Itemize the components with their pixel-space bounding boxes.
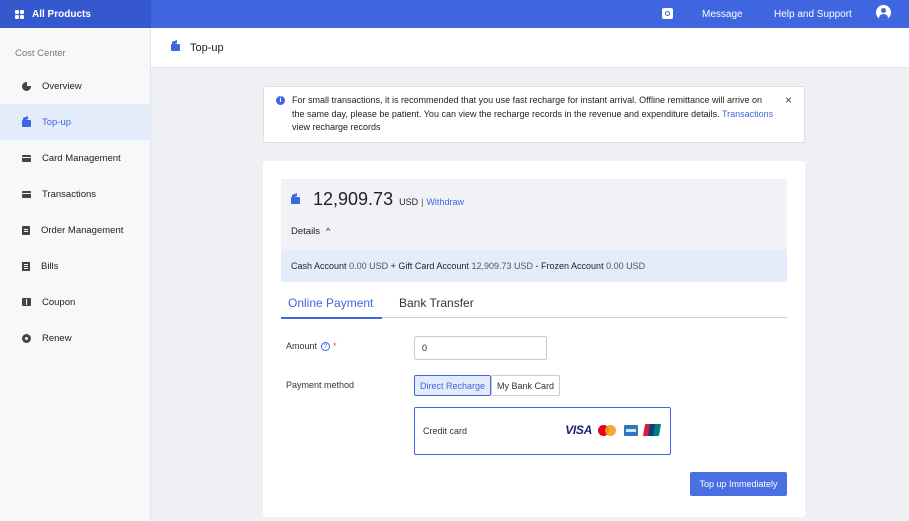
all-products-menu[interactable]: All Products xyxy=(0,0,151,28)
tab-online-payment[interactable]: Online Payment xyxy=(280,296,383,319)
balance-amount: 12,909.73 xyxy=(313,189,394,209)
card-icon xyxy=(22,190,31,198)
sidebar-item-top-up[interactable]: Top-up xyxy=(0,104,150,140)
payment-tabs: Online Payment Bank Transfer xyxy=(280,292,787,319)
bill-icon xyxy=(22,261,30,271)
sidebar-item-label: Order Management xyxy=(41,224,124,236)
amex-icon xyxy=(624,424,638,436)
visa-icon: VISA xyxy=(565,423,592,437)
frozen-account-value: 0.00 USD xyxy=(606,260,646,271)
balance-currency: USD xyxy=(399,196,419,207)
sidebar-item-label: Renew xyxy=(42,332,72,344)
amount-label: Amount xyxy=(286,341,318,351)
sidebar: Cost Center Overview Top-up Card Managem… xyxy=(0,28,151,521)
sidebar-item-card-management[interactable]: Card Management xyxy=(0,140,150,176)
tab-bank-transfer[interactable]: Bank Transfer xyxy=(399,296,474,310)
grid-icon xyxy=(15,9,24,19)
screenshot-icon[interactable] xyxy=(662,8,673,19)
wallet-icon xyxy=(171,44,180,51)
renew-icon xyxy=(22,333,31,343)
credit-card-option[interactable]: Credit card VISA xyxy=(414,407,671,455)
cash-account-value: 0.00 USD xyxy=(349,260,389,271)
info-icon: i xyxy=(276,96,285,105)
gift-card-account-value: 12,909.73 USD xyxy=(471,260,533,271)
gift-card-account-label: Gift Card Account xyxy=(398,260,469,271)
chevron-up-icon: ^ xyxy=(326,226,331,236)
sidebar-item-overview[interactable]: Overview xyxy=(0,68,150,104)
plus-sign: + xyxy=(390,260,396,271)
my-bank-card-button[interactable]: My Bank Card xyxy=(491,375,560,396)
sidebar-item-renew[interactable]: Renew xyxy=(0,320,150,356)
unionpay-icon xyxy=(642,424,662,436)
top-up-immediately-button[interactable]: Top up Immediately xyxy=(690,472,787,496)
sidebar-item-label: Transactions xyxy=(42,188,97,200)
info-notice: i For small transactions, it is recommen… xyxy=(263,86,805,143)
amount-label-group: Amount? * xyxy=(286,341,337,352)
all-products-label: All Products xyxy=(32,8,91,20)
sidebar-item-transactions[interactable]: Transactions xyxy=(0,176,150,212)
page-header: Top-up xyxy=(151,28,909,68)
payment-method-label: Payment method xyxy=(286,380,355,390)
coupon-icon xyxy=(22,298,31,306)
help-icon[interactable]: ? xyxy=(321,342,331,352)
wallet-icon xyxy=(22,119,31,127)
transactions-link[interactable]: Transactions xyxy=(722,109,773,119)
frozen-account-label: Frozen Account xyxy=(541,260,604,271)
direct-recharge-button[interactable]: Direct Recharge xyxy=(414,375,491,396)
top-bar: All Products Message Help and Support xyxy=(0,0,909,28)
required-mark: * xyxy=(333,341,337,351)
page-title: Top-up xyxy=(190,41,224,54)
sidebar-item-bills[interactable]: Bills xyxy=(0,248,150,284)
sidebar-item-label: Coupon xyxy=(42,296,76,308)
wallet-icon xyxy=(291,197,300,204)
details-toggle[interactable]: Details ^ xyxy=(291,226,330,237)
notice-text: For small transactions, it is recommende… xyxy=(292,95,763,119)
user-avatar-icon[interactable] xyxy=(876,5,891,20)
sidebar-item-label: Top-up xyxy=(42,116,72,128)
message-link[interactable]: Message xyxy=(702,0,743,28)
pie-chart-icon xyxy=(22,81,31,91)
amount-input[interactable] xyxy=(414,336,547,360)
notice-text-after: view recharge records xyxy=(292,122,381,132)
account-breakdown: Cash Account 0.00 USD + Gift Card Accoun… xyxy=(281,249,787,282)
sidebar-title: Cost Center xyxy=(15,48,66,59)
balance-panel: 12,909.73 USD | Withdraw Details ^ Cash A… xyxy=(281,179,787,282)
sidebar-item-order-management[interactable]: Order Management xyxy=(0,212,150,248)
withdraw-link[interactable]: Withdraw xyxy=(426,197,464,207)
sidebar-item-coupon[interactable]: Coupon xyxy=(0,284,150,320)
top-up-card: 12,909.73 USD | Withdraw Details ^ Cash A… xyxy=(263,161,805,517)
credit-card-label: Credit card xyxy=(423,426,468,436)
minus-sign: - xyxy=(535,260,539,271)
sidebar-item-label: Overview xyxy=(42,80,82,92)
card-logos: VISA xyxy=(565,423,662,437)
details-label: Details xyxy=(291,226,321,237)
cash-account-label: Cash Account xyxy=(291,260,347,271)
document-icon xyxy=(22,225,30,235)
sidebar-item-label: Card Management xyxy=(42,152,121,164)
mastercard-icon xyxy=(597,424,619,437)
separator: | xyxy=(421,196,424,207)
close-icon[interactable]: × xyxy=(785,93,792,108)
card-icon xyxy=(22,154,31,162)
sidebar-item-label: Bills xyxy=(41,260,59,272)
help-support-link[interactable]: Help and Support xyxy=(774,0,852,28)
